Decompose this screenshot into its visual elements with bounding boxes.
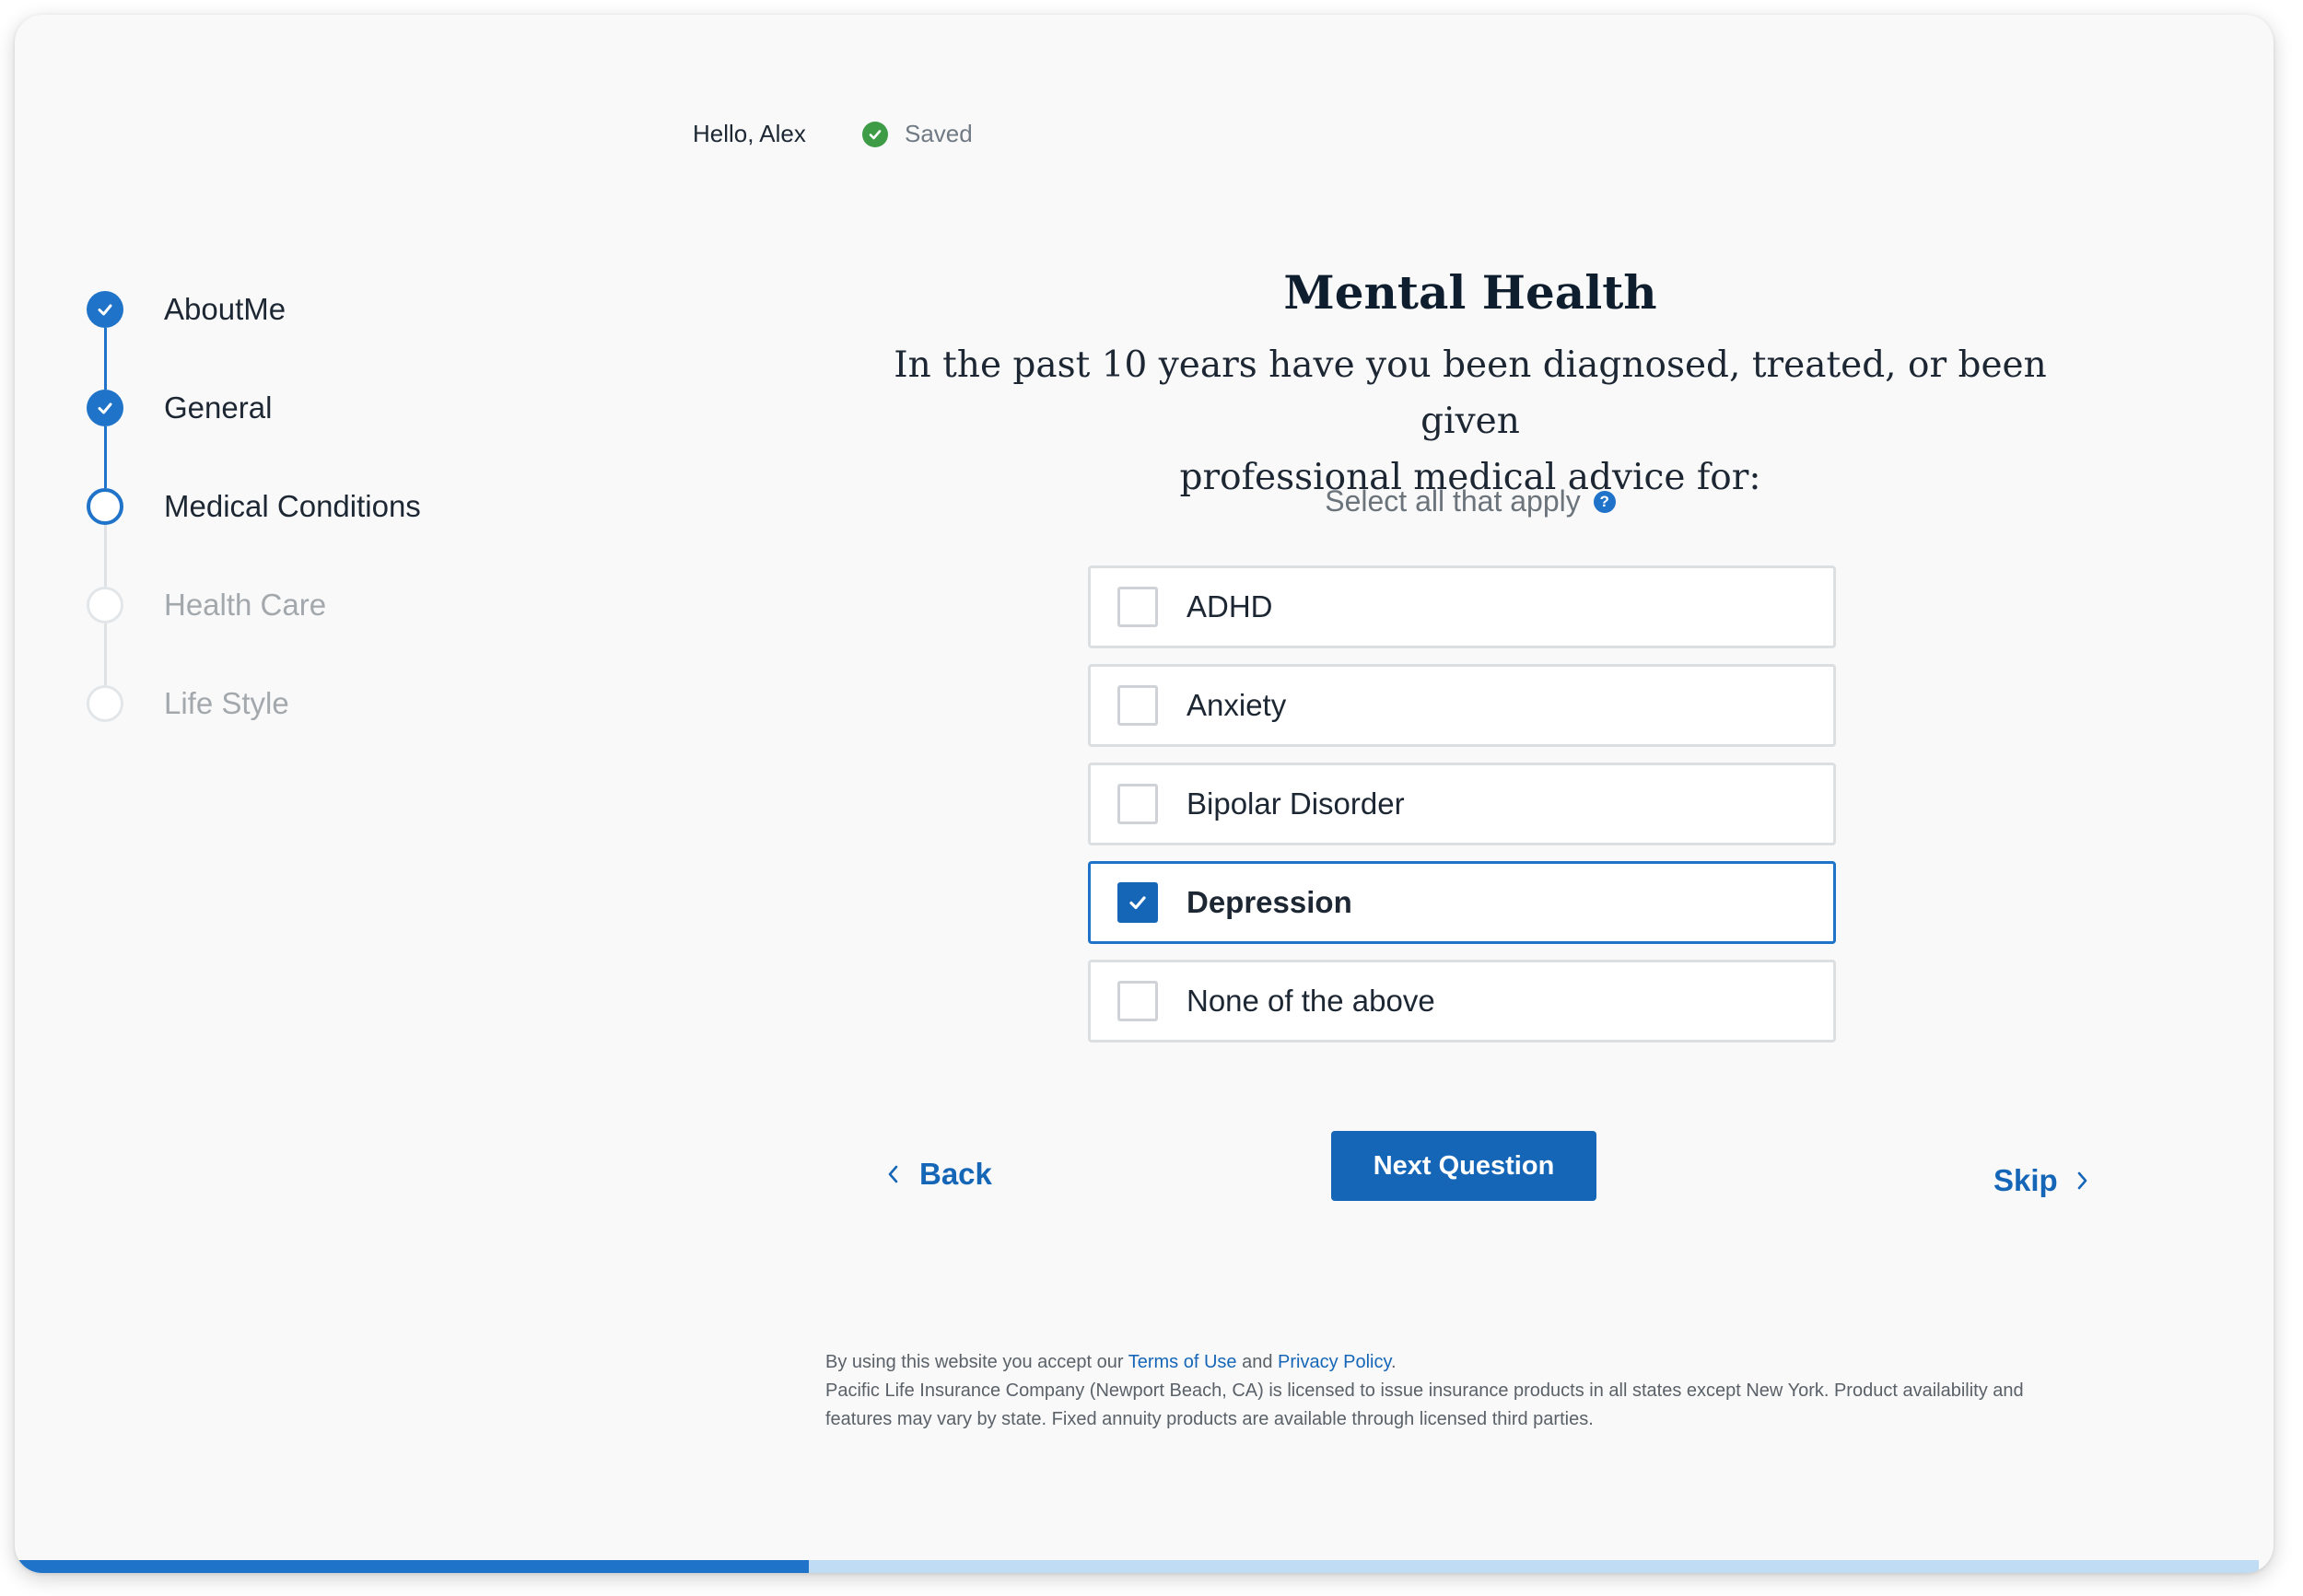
chevron-left-icon (888, 1165, 898, 1183)
step-label: General (164, 390, 273, 425)
option-label: Depression (1187, 885, 1352, 919)
pending-step-circle-icon (87, 685, 123, 722)
step-label: Life Style (164, 686, 289, 720)
option-label: Bipolar Disorder (1187, 786, 1405, 821)
option-label: Anxiety (1187, 688, 1287, 722)
help-icon[interactable]: ? (1593, 490, 1616, 513)
stepper-connector (104, 623, 107, 685)
option-bipolar-disorder[interactable]: Bipolar Disorder (1088, 763, 1836, 845)
saved-label: Saved (905, 120, 973, 147)
pending-step-circle-icon (87, 587, 123, 623)
question-line: In the past 10 years have you been diagn… (894, 344, 2047, 442)
page-card: Hello, Alex Saved AboutMe General Medica… (15, 15, 2274, 1573)
progress-bar (15, 1560, 2259, 1573)
back-button[interactable]: Back (886, 1157, 992, 1192)
select-hint: Select all that apply ? (844, 484, 2097, 518)
check-circle-icon (862, 121, 888, 147)
option-depression[interactable]: Depression (1088, 861, 1836, 944)
checkbox[interactable] (1117, 981, 1158, 1021)
option-label: ADHD (1187, 589, 1273, 623)
check-icon (1129, 896, 1146, 910)
hint-text: Select all that apply (1325, 484, 1581, 518)
step-general[interactable]: General (87, 390, 272, 426)
page-title: Mental Health (1283, 265, 1657, 320)
option-anxiety[interactable]: Anxiety (1088, 664, 1836, 747)
chevron-right-icon (2077, 1171, 2087, 1190)
footer-legal: By using this website you accept our Ter… (825, 1348, 2078, 1434)
next-question-button[interactable]: Next Question (1331, 1131, 1596, 1201)
step-label: AboutMe (164, 292, 286, 326)
terms-of-use-link[interactable]: Terms of Use (1128, 1352, 1237, 1372)
stepper-connector (104, 328, 107, 390)
step-label: Medical Conditions (164, 489, 421, 523)
step-health-care: Health Care (87, 587, 326, 623)
step-medical-conditions[interactable]: Medical Conditions (87, 488, 421, 525)
option-label: None of the above (1187, 984, 1435, 1018)
skip-button[interactable]: Skip (1993, 1163, 2089, 1198)
checkbox[interactable] (1117, 685, 1158, 726)
step-label: Health Care (164, 588, 327, 622)
check-icon (87, 291, 123, 328)
privacy-policy-link[interactable]: Privacy Policy (1278, 1352, 1391, 1372)
greeting: Hello, Alex (693, 120, 806, 147)
current-step-circle-icon (87, 488, 123, 525)
checkbox[interactable] (1117, 587, 1158, 627)
option-adhd[interactable]: ADHD (1088, 565, 1836, 648)
saved-status: Saved (862, 120, 973, 148)
checkbox-checked[interactable] (1117, 882, 1158, 923)
step-life-style: Life Style (87, 685, 289, 722)
footer-text: By using this website you accept our (825, 1352, 1128, 1372)
check-icon (87, 390, 123, 426)
question-text: In the past 10 years have you been diagn… (844, 337, 2097, 506)
back-label: Back (919, 1157, 992, 1191)
option-none-of-the-above[interactable]: None of the above (1088, 960, 1836, 1043)
skip-label: Skip (1993, 1163, 2058, 1197)
stepper-connector (104, 426, 107, 488)
stepper-connector (104, 525, 107, 587)
step-about-me[interactable]: AboutMe (87, 291, 286, 328)
footer-text: . (1391, 1352, 1397, 1372)
footer-text: and (1236, 1352, 1278, 1372)
progress-bar-fill (15, 1560, 810, 1573)
footer-disclaimer: Pacific Life Insurance Company (Newport … (825, 1380, 2024, 1429)
footer-terms-line: By using this website you accept our Ter… (825, 1348, 2078, 1377)
checkbox[interactable] (1117, 784, 1158, 824)
